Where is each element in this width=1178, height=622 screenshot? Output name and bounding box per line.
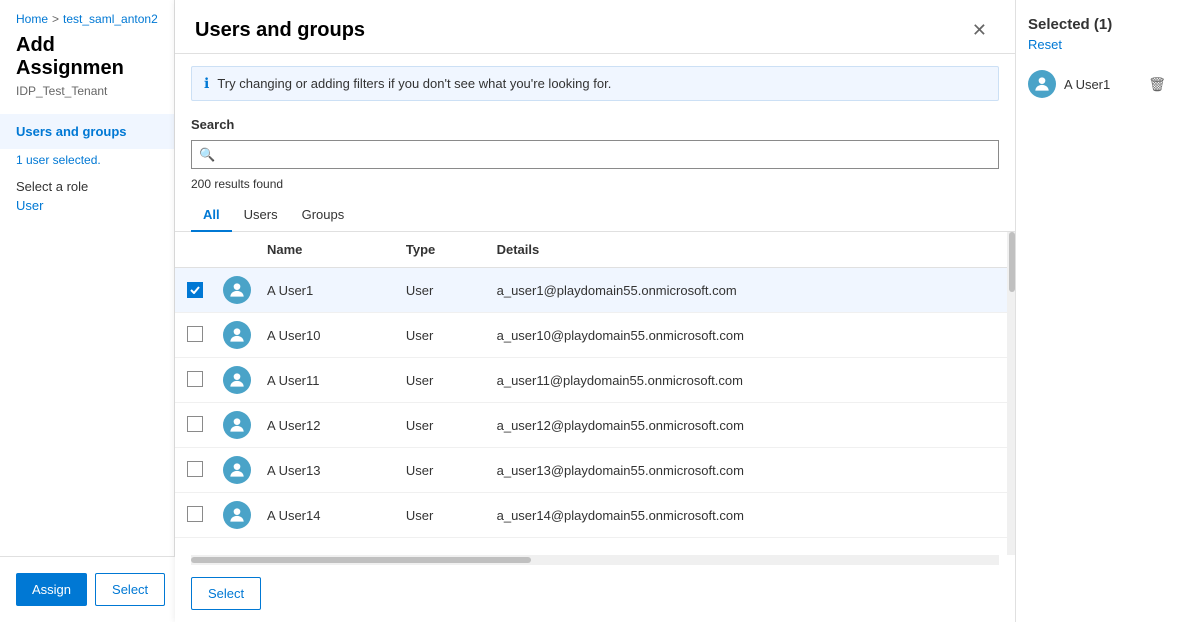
modal-header: Users and groups ✕	[175, 0, 1015, 54]
col-avatar	[215, 232, 259, 268]
modal-overlay: Users and groups ✕ ℹ Try changing or add…	[175, 0, 1178, 622]
search-input[interactable]	[191, 140, 999, 169]
close-button[interactable]: ✕	[964, 16, 995, 45]
table-wrap: Name Type Details A User1Usera_user1@pla…	[175, 232, 1015, 555]
col-checkbox	[175, 232, 215, 268]
vertical-scrollbar[interactable]	[1007, 232, 1015, 555]
search-label: Search	[175, 113, 1015, 136]
users-groups-modal: Users and groups ✕ ℹ Try changing or add…	[175, 0, 1015, 622]
table-row[interactable]: A User11Usera_user11@playdomain55.onmicr…	[175, 358, 1015, 403]
selected-header: Selected (1)	[1028, 16, 1166, 33]
checkbox-unchecked[interactable]	[187, 371, 203, 387]
search-box-wrap: 🔍	[175, 136, 1015, 173]
tab-users[interactable]: Users	[232, 199, 290, 232]
table-row[interactable]: A User13Usera_user13@playdomain55.onmicr…	[175, 448, 1015, 493]
bottom-action-buttons: Assign Select	[0, 556, 175, 622]
page-title: Add Assignmen	[0, 30, 174, 82]
reset-link[interactable]: Reset	[1028, 37, 1166, 52]
search-icon: 🔍	[199, 147, 215, 163]
user-avatar	[223, 276, 251, 304]
cell-type: User	[398, 403, 489, 448]
modal-footer: Select	[175, 565, 1015, 622]
breadcrumb-home[interactable]: Home	[16, 12, 48, 26]
left-panel: Home > test_saml_anton2 Add Assignmen ID…	[0, 0, 175, 622]
user-avatar	[223, 501, 251, 529]
cell-type: User	[398, 313, 489, 358]
selected-panel: Selected (1) Reset A User1 🗑	[1015, 0, 1178, 622]
user-avatar	[223, 321, 251, 349]
sidebar-item-users-and-groups[interactable]: Users and groups	[0, 114, 174, 149]
cell-type: User	[398, 268, 489, 313]
checkbox-unchecked[interactable]	[187, 326, 203, 342]
modal-title: Users and groups	[195, 19, 365, 42]
tenant-name: IDP_Test_Tenant	[0, 82, 174, 114]
h-scrollbar-thumb	[191, 557, 531, 563]
checkbox-unchecked[interactable]	[187, 416, 203, 432]
cell-name: A User10	[259, 313, 398, 358]
users-table: Name Type Details A User1Usera_user1@pla…	[175, 232, 1015, 538]
cell-details: a_user14@playdomain55.onmicrosoft.com	[489, 493, 1015, 538]
cell-type: User	[398, 493, 489, 538]
sidebar-user-count: 1 user selected.	[0, 149, 174, 171]
results-count: 200 results found	[175, 173, 1015, 199]
cell-details: a_user12@playdomain55.onmicrosoft.com	[489, 403, 1015, 448]
cell-name: A User13	[259, 448, 398, 493]
checkbox-checked[interactable]	[187, 282, 203, 298]
sidebar-select-role-label: Select a role	[0, 171, 174, 198]
selected-user-row: A User1 🗑	[1028, 64, 1166, 104]
col-details: Details	[489, 232, 1015, 268]
table-row[interactable]: A User10Usera_user10@playdomain55.onmicr…	[175, 313, 1015, 358]
user-avatar	[223, 456, 251, 484]
tab-groups[interactable]: Groups	[290, 199, 357, 232]
tab-all[interactable]: All	[191, 199, 232, 232]
cell-name: A User14	[259, 493, 398, 538]
info-bar: ℹ Try changing or adding filters if you …	[191, 66, 999, 101]
breadcrumb-separator: >	[52, 12, 59, 26]
info-text: Try changing or adding filters if you do…	[217, 76, 611, 91]
selected-user-avatar	[1028, 70, 1056, 98]
cell-details: a_user11@playdomain55.onmicrosoft.com	[489, 358, 1015, 403]
cell-type: User	[398, 358, 489, 403]
user-avatar	[223, 366, 251, 394]
cell-details: a_user13@playdomain55.onmicrosoft.com	[489, 448, 1015, 493]
table-row[interactable]: A User12Usera_user12@playdomain55.onmicr…	[175, 403, 1015, 448]
cell-details: a_user1@playdomain55.onmicrosoft.com	[489, 268, 1015, 313]
delete-user-icon[interactable]: 🗑	[1148, 76, 1166, 93]
select-button[interactable]: Select	[95, 573, 165, 606]
selected-users-list: A User1 🗑	[1028, 64, 1166, 104]
info-icon: ℹ	[204, 75, 209, 92]
horizontal-scrollbar[interactable]	[191, 555, 999, 565]
sidebar-role-value[interactable]: User	[0, 198, 174, 221]
cell-details: a_user10@playdomain55.onmicrosoft.com	[489, 313, 1015, 358]
table-row[interactable]: A User1Usera_user1@playdomain55.onmicros…	[175, 268, 1015, 313]
tabs-container: All Users Groups	[175, 199, 1015, 232]
col-type: Type	[398, 232, 489, 268]
checkbox-unchecked[interactable]	[187, 461, 203, 477]
cell-name: A User1	[259, 268, 398, 313]
cell-name: A User11	[259, 358, 398, 403]
breadcrumb-current[interactable]: test_saml_anton2	[63, 12, 158, 26]
assign-button[interactable]: Assign	[16, 573, 87, 606]
breadcrumb: Home > test_saml_anton2	[0, 0, 174, 30]
table-row[interactable]: A User14Usera_user14@playdomain55.onmicr…	[175, 493, 1015, 538]
modal-select-button[interactable]: Select	[191, 577, 261, 610]
cell-name: A User12	[259, 403, 398, 448]
checkbox-unchecked[interactable]	[187, 506, 203, 522]
user-avatar	[223, 411, 251, 439]
selected-user-name: A User1	[1064, 77, 1140, 92]
cell-type: User	[398, 448, 489, 493]
col-name: Name	[259, 232, 398, 268]
